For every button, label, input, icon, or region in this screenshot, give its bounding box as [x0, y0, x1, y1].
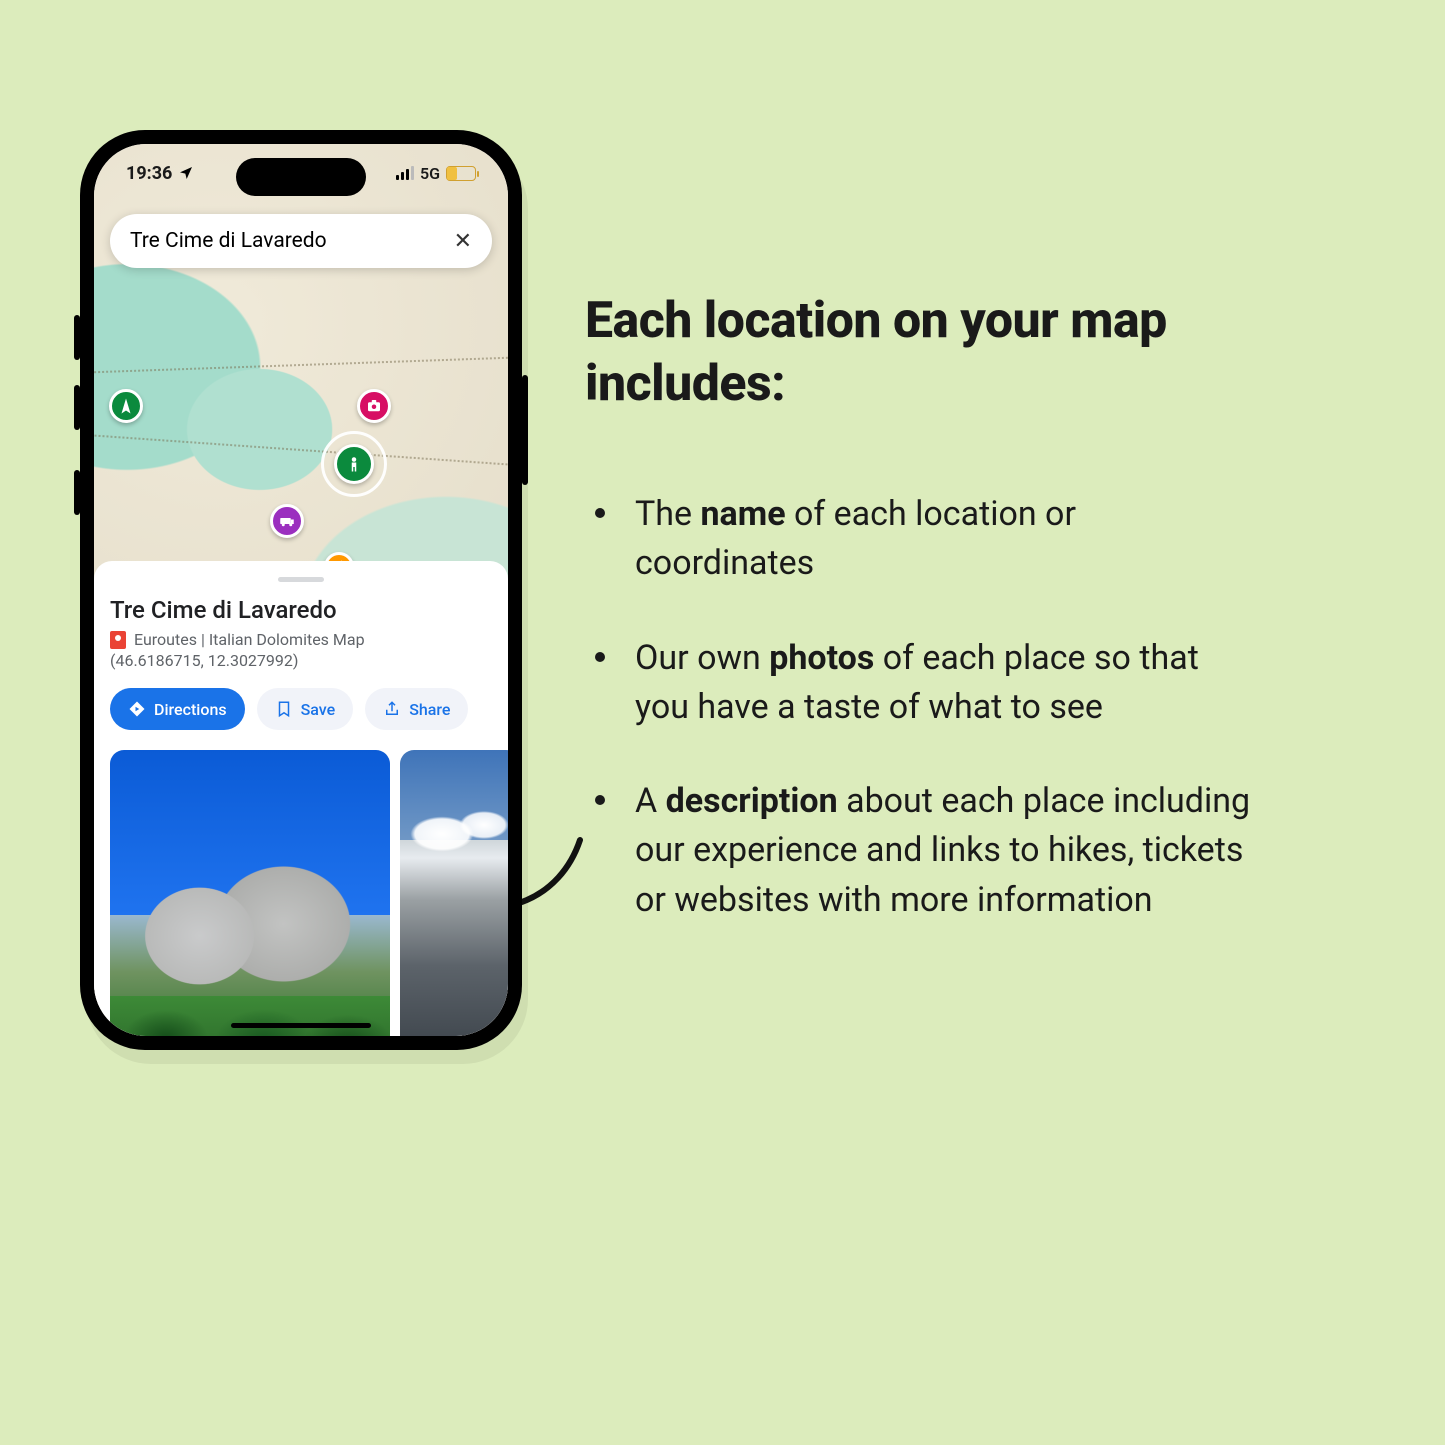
photo-main[interactable] [110, 750, 390, 1036]
bullet-name: The name of each location or coordinates [635, 490, 1255, 589]
share-button[interactable]: Share [365, 688, 468, 730]
photo-gallery[interactable] [110, 750, 492, 1036]
map-pin-selected-ring [321, 431, 387, 497]
save-button[interactable]: Save [257, 688, 354, 730]
place-coords: (46.6186715, 12.3027992) [110, 651, 492, 670]
directions-icon [128, 700, 146, 718]
bullet-list: The name of each location or coordinates… [585, 490, 1325, 925]
sheet-grabber[interactable] [278, 577, 324, 582]
place-actions: Directions Save Share [110, 688, 492, 730]
directions-button[interactable]: Directions [110, 688, 245, 730]
map-pin-camper[interactable] [270, 504, 304, 538]
phone-screen: 19:36 5G [94, 144, 508, 1036]
place-source: Euroutes | Italian Dolomites Map [110, 630, 492, 649]
place-sheet[interactable]: Tre Cime di Lavaredo Euroutes | Italian … [94, 561, 508, 1036]
search-bar[interactable]: Tre Cime di Lavaredo ✕ [110, 214, 492, 268]
signal-icon [396, 166, 414, 180]
map-pin-hiking[interactable] [109, 389, 143, 423]
bullet-photos: Our own photos of each place so that you… [635, 634, 1255, 733]
status-time: 19:36 [126, 163, 172, 184]
location-arrow-icon [178, 165, 194, 181]
headline: Each location on your map includes: [585, 290, 1325, 415]
map-badge-icon [110, 631, 126, 649]
clear-search-icon[interactable]: ✕ [454, 229, 472, 254]
map-pin-photo[interactable] [357, 389, 391, 423]
marketing-copy: Each location on your map includes: The … [585, 290, 1325, 970]
phone-frame: 19:36 5G [80, 130, 522, 1050]
bookmark-icon [275, 700, 293, 718]
dynamic-island [236, 158, 366, 196]
bullet-description: A description about each place including… [635, 777, 1255, 925]
share-icon [383, 700, 401, 718]
place-title: Tre Cime di Lavaredo [110, 596, 492, 624]
photo-secondary[interactable] [400, 750, 508, 1036]
search-query: Tre Cime di Lavaredo [130, 229, 327, 253]
home-indicator[interactable] [231, 1023, 371, 1028]
network-label: 5G [420, 164, 440, 183]
map-pin-selected[interactable] [334, 444, 374, 484]
battery-icon [446, 166, 476, 181]
